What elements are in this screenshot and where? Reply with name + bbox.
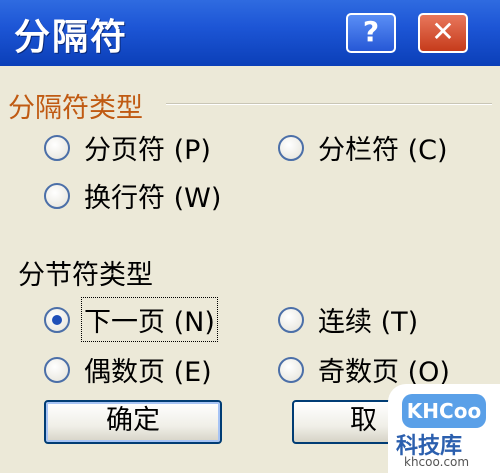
radio-even-page[interactable]: 偶数页 (E) (44, 350, 212, 389)
section-break-types-title: 分节符类型 (18, 260, 153, 291)
break-types-group-title: 分隔符类型 (8, 93, 143, 124)
radio-label: 换行符 (W) (84, 183, 222, 214)
radio-line-break[interactable]: 换行符 (W) (44, 176, 221, 215)
watermark-brand: KHCoo (402, 394, 486, 428)
radio-icon (44, 356, 70, 383)
radio-continuous[interactable]: 连续 (T) (278, 300, 418, 339)
radio-checked-icon (44, 306, 70, 333)
radio-next-page[interactable]: 下一页 (N) (44, 297, 218, 342)
close-button[interactable]: ✕ (418, 13, 468, 53)
radio-icon (44, 182, 70, 209)
help-button[interactable]: ? (346, 13, 396, 53)
radio-label: 下一页 (N) (81, 297, 218, 342)
dialog-title: 分隔符 (14, 17, 129, 58)
radio-label: 偶数页 (E) (84, 357, 212, 388)
radio-icon (278, 356, 304, 383)
help-icon: ? (362, 15, 380, 48)
radio-icon (44, 134, 70, 161)
radio-icon (278, 306, 304, 333)
radio-page-break[interactable]: 分页符 (P) (44, 128, 211, 167)
close-icon: ✕ (431, 15, 455, 48)
radio-column-break[interactable]: 分栏符 (C) (278, 128, 448, 167)
group-divider (166, 103, 492, 105)
radio-label: 分页符 (P) (84, 135, 211, 166)
title-bar[interactable]: 分隔符 ? ✕ (0, 0, 500, 66)
break-dialog: 分隔符 ? ✕ 分隔符类型 分页符 (P) 分栏符 (C) 换行符 (W) 分节… (0, 0, 500, 473)
radio-icon (278, 134, 304, 161)
radio-label: 分栏符 (C) (318, 135, 448, 166)
radio-label: 连续 (T) (318, 307, 419, 338)
ok-button[interactable]: 确定 (44, 400, 222, 444)
watermark-url: khcoo.com (404, 455, 470, 469)
